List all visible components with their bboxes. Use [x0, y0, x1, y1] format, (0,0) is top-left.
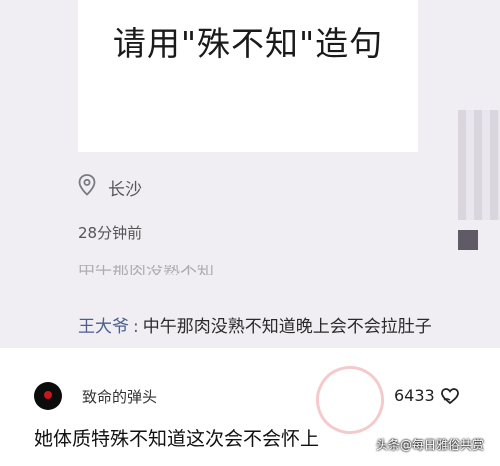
reply-text: 中午那肉没熟不知道晚上会不会拉肚子	[142, 317, 432, 337]
post-card: 请用"殊不知"造句 长沙 28分钟前 中午那肉没熟不知道晚上会不会拉肚子 王大爷…	[0, 0, 500, 348]
reply-row[interactable]: 王大爷: 中午那肉没熟不知道晚上会不会拉肚子	[78, 312, 432, 337]
heart-outline-icon[interactable]	[440, 386, 460, 406]
location-row[interactable]: 长沙	[78, 174, 142, 200]
avatar[interactable]	[34, 382, 62, 410]
blurred-thumbnail	[458, 170, 500, 220]
comment-card: 致命的弹头 6433 她体质特殊不知道这次会不会怀上 头条@每日雅俗共赏	[0, 348, 500, 466]
comment-username[interactable]: 致命的弹头	[82, 386, 157, 407]
clipped-text-fragment: 中午那肉没熟不知道晚上会不会拉肚子	[78, 265, 214, 275]
like-count: 6433	[394, 386, 435, 405]
watermark: 头条@每日雅俗共赏	[376, 438, 485, 452]
blurred-thumbnail	[458, 110, 500, 170]
more-options-icon[interactable]	[458, 230, 478, 250]
reply-separator: :	[133, 317, 139, 337]
comment-text: 她体质特殊不知道这次会不会怀上	[34, 428, 320, 450]
location-label: 长沙	[108, 179, 142, 200]
reply-author[interactable]: 王大爷	[78, 317, 129, 337]
post-image[interactable]: 请用"殊不知"造句	[78, 0, 418, 152]
post-image-caption: 请用"殊不知"造句	[112, 24, 384, 63]
map-pin-icon	[78, 174, 96, 200]
post-timestamp: 28分钟前	[78, 224, 143, 242]
hot-comment-stamp-icon	[307, 357, 393, 443]
